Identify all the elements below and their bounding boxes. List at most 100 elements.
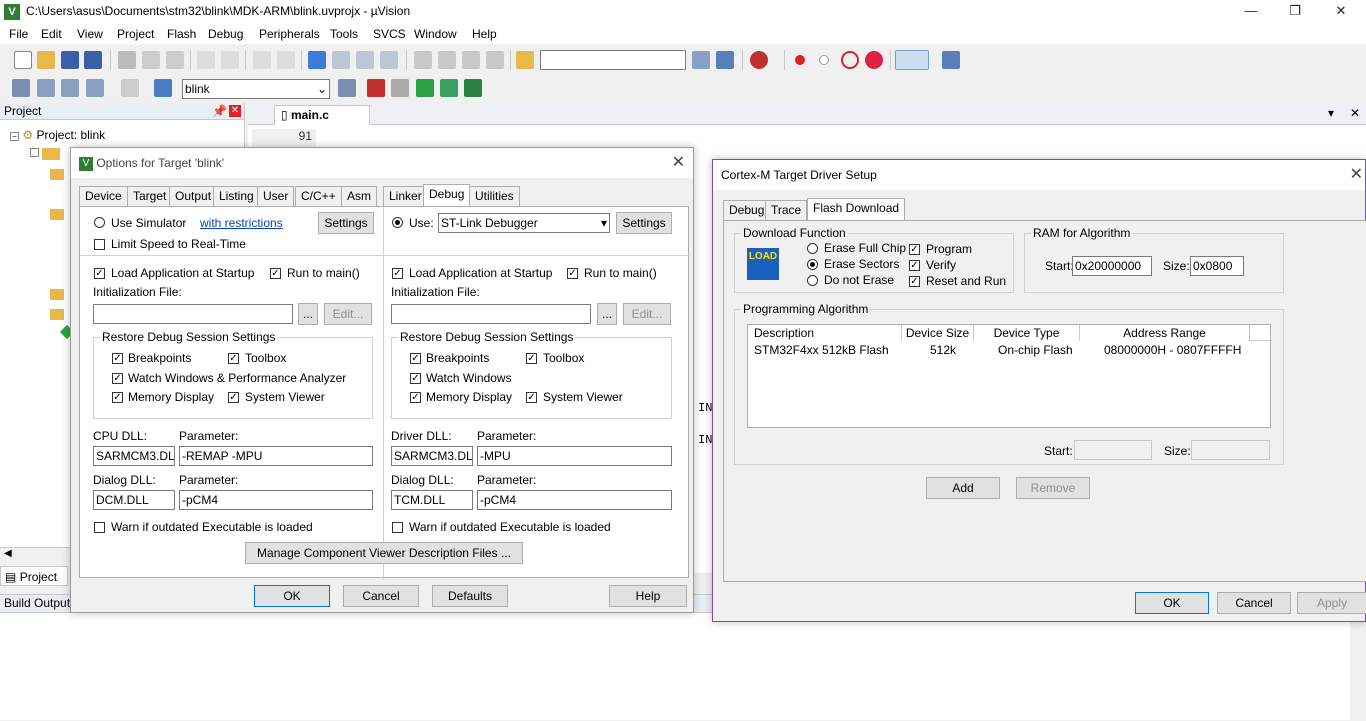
tab-target[interactable]: Target bbox=[127, 186, 173, 206]
build-icon[interactable] bbox=[37, 79, 55, 97]
init-file-input-right[interactable] bbox=[391, 304, 591, 324]
breakpoint-icon[interactable] bbox=[795, 55, 805, 65]
undo-icon[interactable] bbox=[197, 51, 215, 69]
menu-help[interactable]: Help bbox=[472, 27, 497, 41]
incremental-find-icon[interactable] bbox=[716, 51, 734, 69]
find-icon[interactable] bbox=[692, 51, 710, 69]
defaults-button[interactable]: Defaults bbox=[432, 585, 508, 607]
load-app-checkbox-right[interactable]: ✓ bbox=[392, 268, 403, 279]
ram-start-input[interactable]: 0x20000000 bbox=[1072, 256, 1152, 276]
col-device-type[interactable]: Device Type bbox=[974, 325, 1080, 341]
ram-size-input[interactable]: 0x0800 bbox=[1190, 256, 1244, 276]
bookmark-icon[interactable] bbox=[308, 51, 326, 69]
algo-start-input[interactable] bbox=[1074, 440, 1152, 460]
tabs-dropdown-icon[interactable]: ▾ bbox=[1328, 106, 1334, 120]
verify-checkbox[interactable]: ✓ bbox=[909, 260, 920, 271]
disable-all-breakpoints-icon[interactable] bbox=[841, 51, 859, 69]
tab-debug-driver[interactable]: Debug bbox=[723, 200, 771, 220]
erase-sectors-radio[interactable] bbox=[807, 259, 818, 270]
disable-breakpoint-icon[interactable] bbox=[819, 55, 829, 65]
cut-icon[interactable] bbox=[118, 51, 136, 69]
target-options-icon[interactable] bbox=[338, 79, 356, 97]
tab-debug[interactable]: Debug bbox=[423, 184, 471, 206]
find-combo[interactable] bbox=[540, 50, 686, 70]
indent-icon[interactable] bbox=[414, 51, 432, 69]
find-in-files-icon[interactable] bbox=[516, 51, 534, 69]
with-restrictions-link[interactable]: with restrictions bbox=[200, 216, 283, 230]
col-address-range[interactable]: Address Range bbox=[1080, 325, 1250, 341]
pack-installer-icon[interactable] bbox=[464, 79, 482, 97]
open-folder-icon[interactable] bbox=[37, 51, 55, 69]
menu-project[interactable]: Project bbox=[117, 27, 154, 41]
menu-svcs[interactable]: SVCS bbox=[373, 27, 406, 41]
tab-c-cpp[interactable]: C/C++ bbox=[295, 186, 342, 206]
help-button[interactable]: Help bbox=[609, 585, 687, 607]
menu-debug[interactable]: Debug bbox=[208, 27, 243, 41]
scroll-left-icon[interactable]: ◀ bbox=[4, 548, 12, 559]
stop-build-icon[interactable] bbox=[121, 79, 139, 97]
cpu-parameter-input[interactable]: -REMAP -MPU bbox=[179, 446, 373, 466]
select-pack-icon[interactable] bbox=[440, 79, 458, 97]
erase-full-chip-radio[interactable] bbox=[807, 243, 818, 254]
warn-outdated-checkbox-right[interactable] bbox=[392, 522, 403, 533]
memory-display-checkbox-right[interactable]: ✓ bbox=[410, 392, 421, 403]
debug-session-icon[interactable] bbox=[750, 51, 768, 69]
tab-trace[interactable]: Trace bbox=[765, 200, 808, 220]
col-description[interactable]: Description bbox=[748, 325, 902, 341]
comment-icon[interactable] bbox=[462, 51, 480, 69]
run-to-main-checkbox[interactable]: ✓ bbox=[270, 268, 281, 279]
new-file-icon[interactable] bbox=[14, 51, 32, 69]
watch-windows-checkbox-right[interactable]: ✓ bbox=[410, 373, 421, 384]
close-button[interactable]: ✕ bbox=[1318, 0, 1364, 24]
breakpoints-checkbox[interactable]: ✓ bbox=[112, 353, 123, 364]
load-download-icon[interactable] bbox=[154, 79, 172, 97]
driver-ok-button[interactable]: OK bbox=[1135, 592, 1209, 614]
configure-icon[interactable] bbox=[942, 51, 960, 69]
window-layout-icon[interactable] bbox=[895, 50, 929, 70]
driver-apply-button[interactable]: Apply bbox=[1297, 592, 1366, 614]
close-icon[interactable]: ✕ bbox=[1350, 160, 1363, 190]
restore-button[interactable]: ❐ bbox=[1272, 0, 1318, 24]
cpu-dll-input[interactable]: SARMCM3.DLL bbox=[93, 446, 175, 466]
tab-device[interactable]: Device bbox=[79, 186, 128, 206]
uncomment-icon[interactable] bbox=[486, 51, 504, 69]
remove-button[interactable]: Remove bbox=[1016, 477, 1090, 499]
manage-rte-icon[interactable] bbox=[416, 79, 434, 97]
menu-file[interactable]: File bbox=[9, 27, 28, 41]
init-file-edit-button-right[interactable]: Edit... bbox=[623, 303, 671, 325]
col-device-size[interactable]: Device Size bbox=[902, 325, 974, 341]
driver-parameter-input[interactable]: -MPU bbox=[477, 446, 672, 466]
menu-window[interactable]: Window bbox=[414, 27, 457, 41]
manage-component-viewer-button[interactable]: Manage Component Viewer Description File… bbox=[245, 542, 523, 564]
redo-icon[interactable] bbox=[221, 51, 239, 69]
target-select[interactable]: blink ⌄ bbox=[182, 79, 330, 99]
debugger-settings-button[interactable]: Settings bbox=[616, 212, 672, 234]
tab-listing[interactable]: Listing bbox=[213, 186, 260, 206]
init-file-input[interactable] bbox=[93, 304, 293, 324]
driver-cancel-button[interactable]: Cancel bbox=[1217, 592, 1291, 614]
table-row[interactable]: STM32F4xx 512kB Flash 512k On-chip Flash… bbox=[748, 343, 1272, 359]
init-file-browse-button[interactable]: ... bbox=[298, 303, 318, 325]
run-to-main-checkbox-right[interactable]: ✓ bbox=[567, 268, 578, 279]
add-button[interactable]: Add bbox=[926, 477, 1000, 499]
menu-flash[interactable]: Flash bbox=[167, 27, 196, 41]
menu-tools[interactable]: Tools bbox=[330, 27, 358, 41]
use-simulator-radio[interactable] bbox=[94, 217, 105, 228]
debugger-select[interactable]: ST-Link Debugger ▾ bbox=[438, 213, 610, 233]
ok-button[interactable]: OK bbox=[254, 585, 330, 607]
tab-user[interactable]: User bbox=[257, 186, 295, 206]
toolbox-checkbox-right[interactable]: ✓ bbox=[526, 353, 537, 364]
editor-close-icon[interactable]: ✕ bbox=[1350, 106, 1360, 120]
limit-speed-checkbox[interactable] bbox=[94, 239, 105, 250]
pin-icon[interactable]: 📌 bbox=[212, 103, 227, 120]
tab-output[interactable]: Output bbox=[169, 186, 218, 206]
translate-icon[interactable] bbox=[12, 79, 30, 97]
tab-linker[interactable]: Linker bbox=[383, 186, 428, 206]
minimize-button[interactable]: — bbox=[1228, 0, 1274, 24]
menu-edit[interactable]: Edit bbox=[41, 27, 62, 41]
kill-breakpoints-icon[interactable] bbox=[865, 51, 883, 69]
dialog-parameter-input[interactable]: -pCM4 bbox=[179, 490, 373, 510]
collapse-icon[interactable]: − bbox=[10, 132, 19, 141]
tab-flash-download[interactable]: Flash Download bbox=[807, 198, 906, 220]
load-app-checkbox[interactable]: ✓ bbox=[94, 268, 105, 279]
